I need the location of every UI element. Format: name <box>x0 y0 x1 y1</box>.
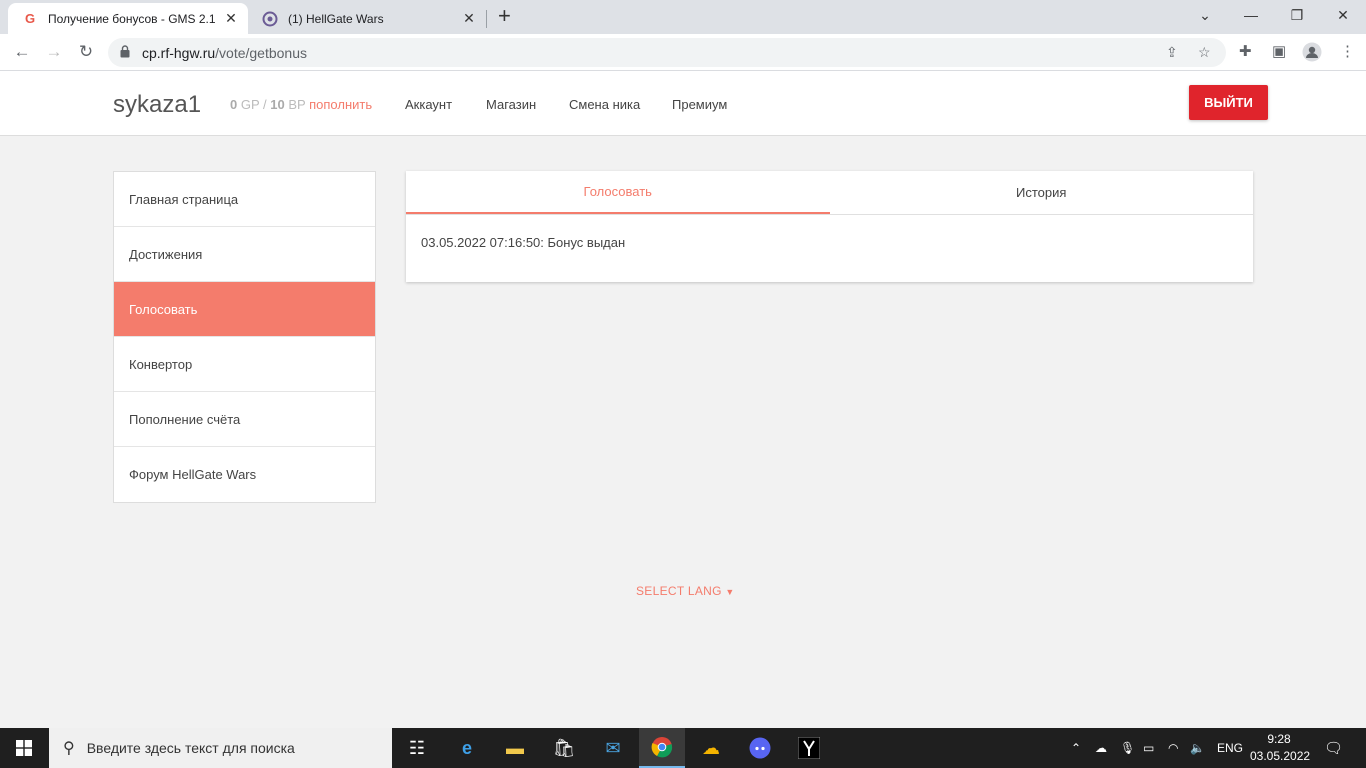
share-icon[interactable]: ⇪ <box>1166 44 1178 61</box>
tab-history[interactable]: История <box>830 171 1254 214</box>
weather-icon[interactable]: ☁ <box>688 728 734 768</box>
tab-search-chevron-icon[interactable]: ⌄ <box>1182 0 1228 30</box>
panel-tabs: Голосовать История <box>406 171 1253 215</box>
sidebar-menu: Главная страница Достижения Голосовать К… <box>113 171 376 503</box>
sidebar-item-converter[interactable]: Конвертор <box>114 337 375 392</box>
new-tab-icon[interactable]: + <box>498 5 511 27</box>
edge-icon[interactable]: e <box>444 728 490 768</box>
site-header: sykaza1 0 GP / 10 BP пополнить Аккаунт М… <box>0 71 1366 136</box>
taskbar-search-box[interactable]: ⚲ Введите здесь текст для поиска <box>49 728 392 768</box>
sidebar-item-topup[interactable]: Пополнение счёта <box>114 392 375 447</box>
task-view-icon[interactable]: ☷ <box>394 728 440 768</box>
tab-title: Получение бонусов - GMS 2.1 <box>48 11 216 26</box>
close-tab-icon[interactable]: ✕ <box>460 10 478 27</box>
url-text: cp.rf-hgw.ru/vote/getbonus <box>142 45 307 61</box>
browser-menu-icon[interactable]: ⋮ <box>1340 42 1355 60</box>
gms-favicon-icon: G <box>24 11 36 26</box>
onedrive-icon[interactable]: ☁ <box>1095 728 1107 768</box>
microphone-icon[interactable]: 🎙 <box>1120 728 1135 768</box>
volume-icon[interactable]: 🔈 <box>1190 728 1205 768</box>
side-panel-icon[interactable]: ▣ <box>1272 42 1286 60</box>
reload-icon[interactable]: ↻ <box>74 40 98 64</box>
notifications-icon[interactable]: 🗨 <box>1324 728 1343 768</box>
back-icon[interactable]: ← <box>10 40 34 64</box>
search-icon: ⚲ <box>63 740 75 757</box>
tab-vote[interactable]: Голосовать <box>406 171 830 214</box>
minimize-icon[interactable]: — <box>1228 0 1274 30</box>
input-language[interactable]: ENG <box>1217 728 1243 768</box>
balance: 0 GP / 10 BP пополнить <box>230 97 373 112</box>
sidebar-item-forum[interactable]: Форум HellGate Wars <box>114 447 375 502</box>
profile-avatar-icon[interactable] <box>1302 42 1322 66</box>
mail-icon[interactable]: ✉ <box>590 728 636 768</box>
sidebar-item-achievements[interactable]: Достижения <box>114 227 375 282</box>
extensions-icon[interactable]: ✚ <box>1239 42 1252 60</box>
wifi-icon[interactable]: ◠ <box>1168 728 1178 768</box>
tab-divider <box>486 10 487 28</box>
lock-icon <box>120 45 130 63</box>
battery-icon[interactable]: ▭ <box>1143 728 1154 768</box>
tray-expand-icon[interactable]: ⌃ <box>1071 728 1085 768</box>
sidebar-item-vote[interactable]: Голосовать <box>114 282 375 337</box>
topup-link[interactable]: пополнить <box>309 97 372 112</box>
nav-premium[interactable]: Премиум <box>672 97 727 112</box>
forward-icon[interactable]: → <box>42 40 66 64</box>
system-clock[interactable]: 9:28 03.05.2022 <box>1250 731 1310 765</box>
browser-tab-bar: G Получение бонусов - GMS 2.1 ✕ (1) Hell… <box>0 0 1366 34</box>
bonus-log-entry: 03.05.2022 07:16:50: Бонус выдан <box>421 235 626 250</box>
taskbar: ⚲ Введите здесь текст для поиска ☷ e ▬ 🛍… <box>0 728 1366 768</box>
file-explorer-icon[interactable]: ▬ <box>492 728 538 768</box>
close-window-icon[interactable]: ✕ <box>1320 0 1366 30</box>
tab-title: (1) HellGate Wars <box>288 11 384 26</box>
game-app-icon[interactable] <box>786 728 832 768</box>
hellgate-favicon-icon <box>262 11 278 27</box>
nav-account[interactable]: Аккаунт <box>405 97 452 112</box>
vote-panel: Голосовать История 03.05.2022 07:16:50: … <box>406 171 1253 282</box>
username: sykaza1 <box>113 91 202 118</box>
caret-down-icon: ▼ <box>725 587 735 597</box>
discord-icon[interactable] <box>737 728 783 768</box>
browser-tab[interactable]: (1) HellGate Wars ✕ <box>248 3 486 34</box>
store-icon[interactable]: 🛍 <box>541 728 587 768</box>
restore-icon[interactable]: ❐ <box>1274 0 1320 30</box>
logout-button[interactable]: ВЫЙТИ <box>1189 85 1268 120</box>
address-bar[interactable]: cp.rf-hgw.ru/vote/getbonus ⇪ ☆ <box>108 38 1226 67</box>
windows-start-icon[interactable] <box>0 728 48 768</box>
select-lang-dropdown[interactable]: SELECT LANG ▼ <box>636 584 735 598</box>
browser-tab-active[interactable]: G Получение бонусов - GMS 2.1 ✕ <box>8 3 248 34</box>
search-placeholder: Введите здесь текст для поиска <box>86 740 295 756</box>
sidebar-item-home[interactable]: Главная страница <box>114 172 375 227</box>
nav-change-nick[interactable]: Смена ника <box>569 97 640 112</box>
close-tab-icon[interactable]: ✕ <box>222 10 240 27</box>
chrome-icon[interactable] <box>639 728 685 768</box>
nav-shop[interactable]: Магазин <box>486 97 536 112</box>
bookmark-star-icon[interactable]: ☆ <box>1198 44 1211 61</box>
browser-toolbar: ← → ↻ cp.rf-hgw.ru/vote/getbonus ⇪ ☆ ✚ ▣… <box>0 34 1366 71</box>
